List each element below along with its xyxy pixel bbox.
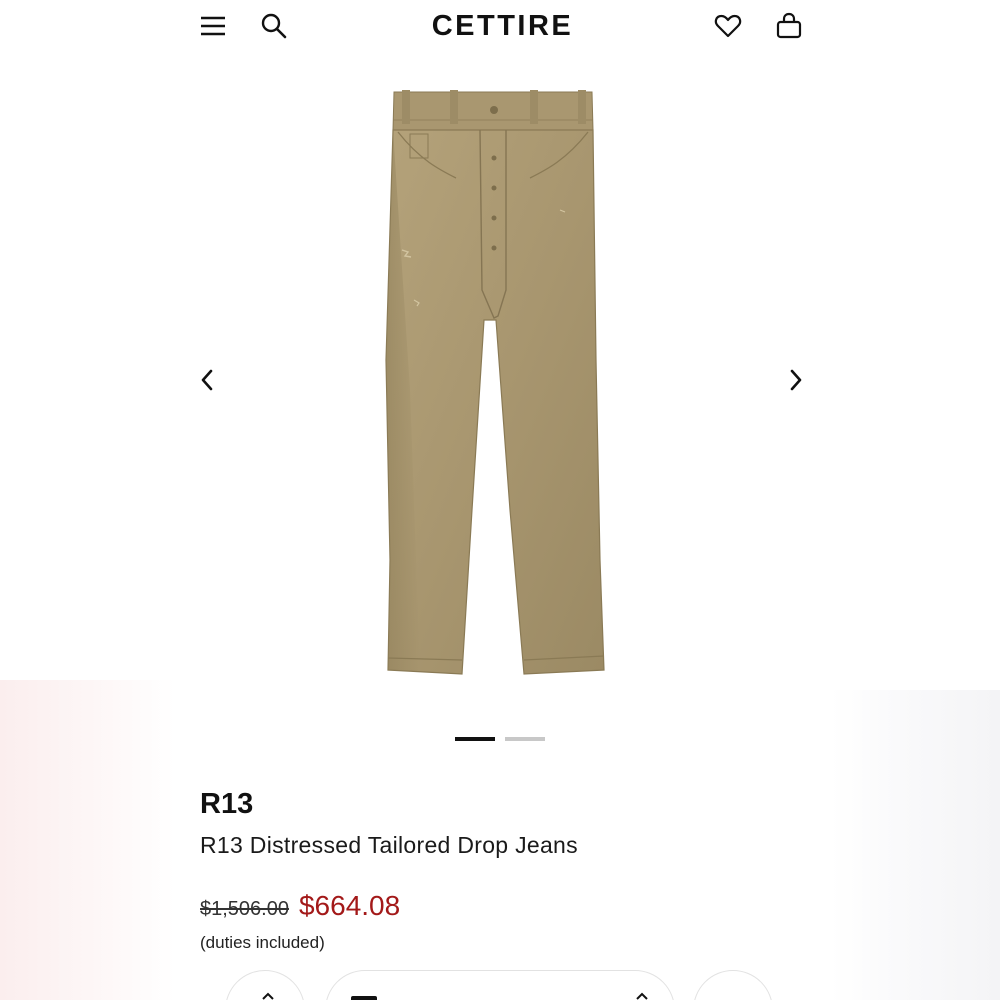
site-header: CETTIRE (175, 0, 830, 56)
carousel-prev-button[interactable] (189, 362, 225, 398)
product-title: R13 Distressed Tailored Drop Jeans (200, 832, 578, 858)
product-image-carousel[interactable] (175, 60, 830, 700)
product-brand[interactable]: R13 (200, 788, 253, 821)
bottom-control-right[interactable] (693, 970, 773, 1000)
chevron-left-icon (201, 369, 213, 391)
carousel-dot-1[interactable] (455, 737, 495, 741)
background-shade-left (0, 680, 175, 1000)
price-row: $1,506.00 $664.08 (200, 890, 400, 922)
duties-note: (duties included) (200, 933, 325, 952)
product-jeans-image[interactable] (380, 90, 620, 680)
carousel-dot-2[interactable] (505, 737, 545, 741)
background-shade-right (830, 690, 1000, 1000)
heart-icon (714, 14, 742, 38)
chevron-right-icon (790, 369, 802, 391)
bottom-control-main[interactable] (325, 970, 675, 1000)
sale-price: $664.08 (298, 890, 401, 921)
original-price: $1,506.00 (200, 898, 289, 920)
wishlist-button[interactable] (708, 6, 748, 46)
chevron-up-icon (262, 992, 274, 1000)
bag-glyph-icon (351, 996, 377, 1000)
cart-button[interactable] (769, 6, 809, 46)
carousel-pagination (455, 737, 545, 743)
shopping-bag-icon (776, 12, 802, 39)
product-page: CETTIRE R13 R13 Distressed Tailored Drop… (175, 0, 830, 1000)
carousel-next-button[interactable] (778, 362, 814, 398)
chevron-up-icon-2 (636, 992, 648, 1000)
